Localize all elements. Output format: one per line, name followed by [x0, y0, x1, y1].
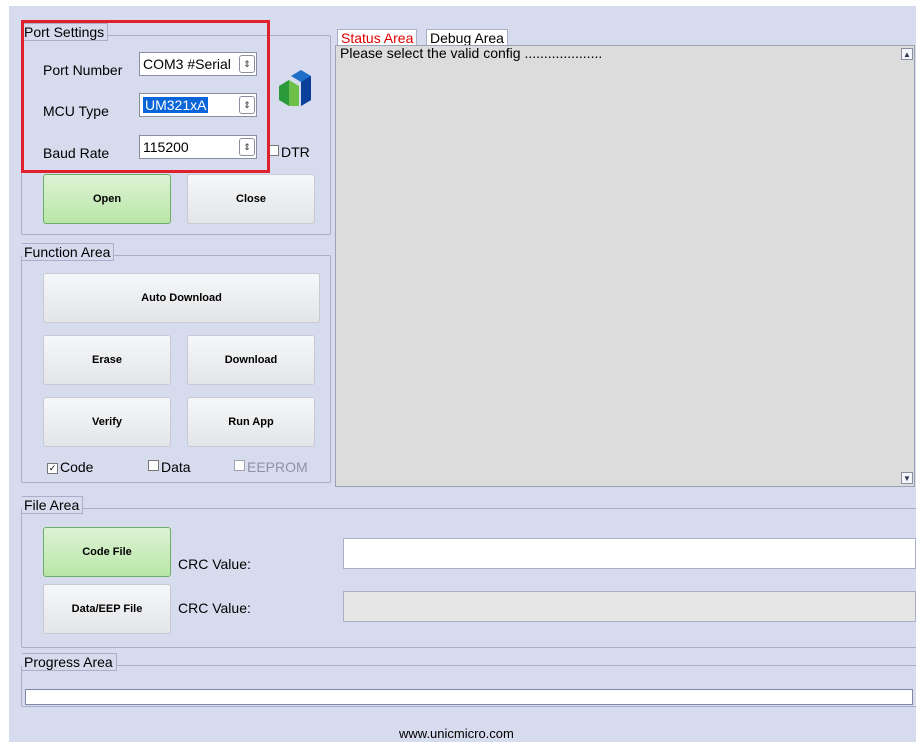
app-window: Port Settings Port Number COM3 #Serial ⇕… [9, 6, 916, 742]
spin-arrows-icon[interactable]: ⇕ [239, 96, 255, 114]
scroll-up-icon[interactable]: ▲ [901, 48, 913, 60]
checkbox-icon [268, 145, 279, 156]
open-button[interactable]: Open [43, 174, 171, 224]
download-button[interactable]: Download [187, 335, 315, 385]
eeprom-label: EEPROM [247, 459, 308, 475]
port-settings-title: Port Settings [22, 23, 109, 41]
function-area-title: Function Area [22, 243, 115, 261]
baud-rate-label: Baud Rate [43, 145, 110, 161]
port-number-label: Port Number [43, 62, 123, 78]
code-label: Code [60, 459, 94, 475]
port-number-value: COM3 #Serial [143, 56, 231, 72]
scroll-down-icon[interactable]: ▼ [901, 472, 913, 484]
code-file-button[interactable]: Code File [43, 527, 171, 577]
mcu-type-value: UM321xA [143, 97, 209, 113]
progress-bar [25, 689, 913, 705]
data-checkbox[interactable]: Data [148, 459, 191, 475]
eeprom-checkbox: EEPROM [234, 459, 308, 475]
code-checkbox[interactable]: ✓ Code [47, 459, 93, 475]
status-message: Please select the valid config .........… [340, 45, 603, 61]
erase-button[interactable]: Erase [43, 335, 171, 385]
tab-status-area[interactable]: Status Area [337, 29, 418, 46]
checkmark-icon: ✓ [47, 463, 58, 474]
run-app-button[interactable]: Run App [187, 397, 315, 447]
spin-arrows-icon[interactable]: ⇕ [239, 138, 255, 156]
data-eep-file-button[interactable]: Data/EEP File [43, 584, 171, 634]
dtr-checkbox[interactable]: DTR [268, 144, 310, 160]
spin-arrows-icon[interactable]: ⇕ [239, 55, 255, 73]
app-logo-icon [279, 70, 311, 106]
auto-download-button[interactable]: Auto Download [43, 273, 320, 323]
crc-value-label: CRC Value: [178, 556, 251, 572]
crc-value-label: CRC Value: [178, 600, 251, 616]
baud-rate-value: 115200 [143, 139, 189, 155]
checkbox-icon [234, 460, 245, 471]
footer-url: www.unicmicro.com [399, 726, 514, 741]
status-text-area[interactable]: Please select the valid config .........… [335, 45, 915, 487]
checkbox-icon [148, 460, 159, 471]
code-crc-field[interactable] [343, 538, 916, 569]
mcu-type-select[interactable]: UM321xA ⇕ [139, 93, 257, 117]
port-number-select[interactable]: COM3 #Serial ⇕ [139, 52, 257, 76]
verify-button[interactable]: Verify [43, 397, 171, 447]
close-button[interactable]: Close [187, 174, 315, 224]
tab-debug-area[interactable]: Debug Area [426, 29, 508, 46]
baud-rate-select[interactable]: 115200 ⇕ [139, 135, 257, 159]
dtr-label: DTR [281, 144, 310, 160]
progress-area-title: Progress Area [22, 653, 117, 671]
data-crc-field [343, 591, 916, 622]
file-area-title: File Area [22, 496, 84, 514]
mcu-type-label: MCU Type [43, 103, 109, 119]
data-label: Data [161, 459, 191, 475]
